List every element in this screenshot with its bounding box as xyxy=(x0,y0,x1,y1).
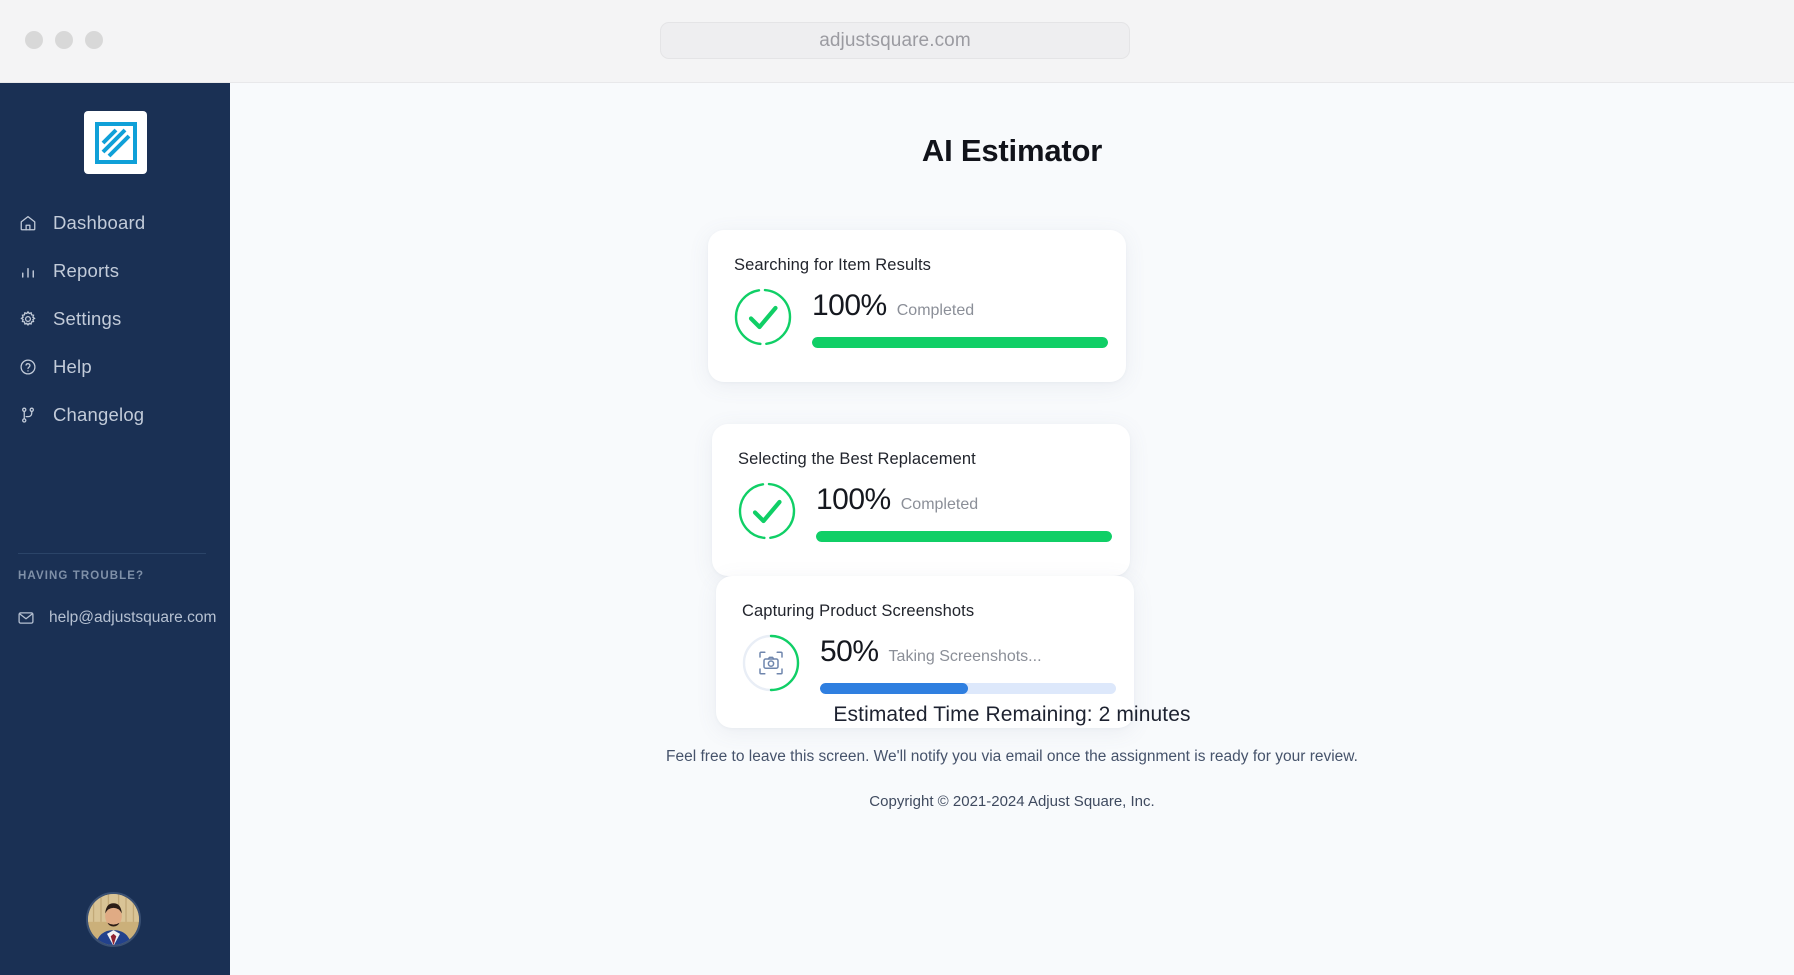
progress-track xyxy=(820,683,1116,694)
progress-column: 50% Taking Screenshots... xyxy=(820,632,1116,694)
copyright-text: Copyright © 2021-2024 Adjust Square, Inc… xyxy=(869,793,1155,810)
bar-chart-icon xyxy=(18,262,37,281)
progress-card: Selecting the Best Replacement 100% Comp… xyxy=(712,424,1130,576)
support-email-label: help@adjustsquare.com xyxy=(49,608,217,626)
progress-percent: 50% xyxy=(820,635,879,668)
progress-card-body: 100% Completed xyxy=(732,286,1108,348)
maximize-dot[interactable] xyxy=(85,31,103,49)
page-title: AI Estimator xyxy=(921,133,1103,168)
progress-card-title: Searching for Item Results xyxy=(734,256,932,274)
progress-card-body: 50% Taking Screenshots... xyxy=(740,632,1116,694)
support-email-link[interactable]: help@adjustsquare.com xyxy=(16,608,216,627)
browser-chrome: adjustsquare.com xyxy=(0,0,1794,83)
progress-fill xyxy=(812,337,1108,348)
progress-card-title: Selecting the Best Replacement xyxy=(738,450,976,468)
progress-state: Completed xyxy=(896,302,975,319)
progress-track xyxy=(812,337,1108,348)
sidebar-item-label: Help xyxy=(53,356,92,377)
camera-glyph xyxy=(758,650,784,676)
sidebar-item-help[interactable]: Help xyxy=(0,343,230,391)
sidebar-item-label: Changelog xyxy=(53,404,145,425)
adjust-square-logo[interactable] xyxy=(84,111,147,174)
camera-icon xyxy=(740,632,802,694)
note-text: Feel free to leave this screen. We'll no… xyxy=(666,748,1358,765)
sidebar-item-label: Settings xyxy=(53,308,122,329)
progress-column: 100% Completed xyxy=(812,286,1108,348)
sidebar-section-title: HAVING TROUBLE? xyxy=(18,570,145,582)
check-circle-icon xyxy=(736,480,798,542)
sidebar-item-settings[interactable]: Settings xyxy=(0,295,230,343)
home-icon xyxy=(18,214,37,233)
avatar-image xyxy=(88,894,139,945)
user-avatar[interactable] xyxy=(86,892,141,947)
logo-icon xyxy=(94,121,137,164)
url-bar[interactable]: adjustsquare.com xyxy=(660,22,1130,59)
progress-state: Taking Screenshots... xyxy=(888,648,1042,665)
progress-head: 100% Completed xyxy=(816,483,1112,517)
progress-head: 50% Taking Screenshots... xyxy=(820,635,1116,669)
progress-percent: 100% xyxy=(812,289,887,322)
traffic-lights xyxy=(25,31,103,49)
progress-track xyxy=(816,531,1112,542)
sidebar-item-label: Dashboard xyxy=(53,212,146,233)
progress-state: Completed xyxy=(900,496,979,513)
url-text: adjustsquare.com xyxy=(819,29,971,51)
minimize-dot[interactable] xyxy=(55,31,73,49)
gear-icon xyxy=(18,310,37,329)
question-circle-icon xyxy=(18,358,37,377)
progress-column: 100% Completed xyxy=(816,480,1112,542)
sidebar-nav: Dashboard Reports Settings Help Changelo… xyxy=(0,199,230,439)
check-circle-icon xyxy=(732,286,794,348)
sidebar-divider xyxy=(18,553,206,554)
progress-fill xyxy=(816,531,1112,542)
progress-head: 100% Completed xyxy=(812,289,1108,323)
sidebar-item-label: Reports xyxy=(53,260,120,281)
sidebar: Dashboard Reports Settings Help Changelo… xyxy=(0,83,230,975)
sidebar-item-changelog[interactable]: Changelog xyxy=(0,391,230,439)
progress-card: Searching for Item Results 100% Complete… xyxy=(708,230,1126,382)
close-dot[interactable] xyxy=(25,31,43,49)
progress-percent: 100% xyxy=(816,483,891,516)
progress-card-body: 100% Completed xyxy=(736,480,1112,542)
progress-card-title: Capturing Product Screenshots xyxy=(742,602,975,620)
sidebar-item-dashboard[interactable]: Dashboard xyxy=(0,199,230,247)
progress-fill xyxy=(820,683,968,694)
mail-icon xyxy=(16,608,35,627)
sidebar-item-reports[interactable]: Reports xyxy=(0,247,230,295)
eta-text: Estimated Time Remaining: 2 minutes xyxy=(833,703,1191,726)
git-branch-icon xyxy=(18,406,37,425)
main-content: AI Estimator Searching for Item Results … xyxy=(230,83,1794,975)
